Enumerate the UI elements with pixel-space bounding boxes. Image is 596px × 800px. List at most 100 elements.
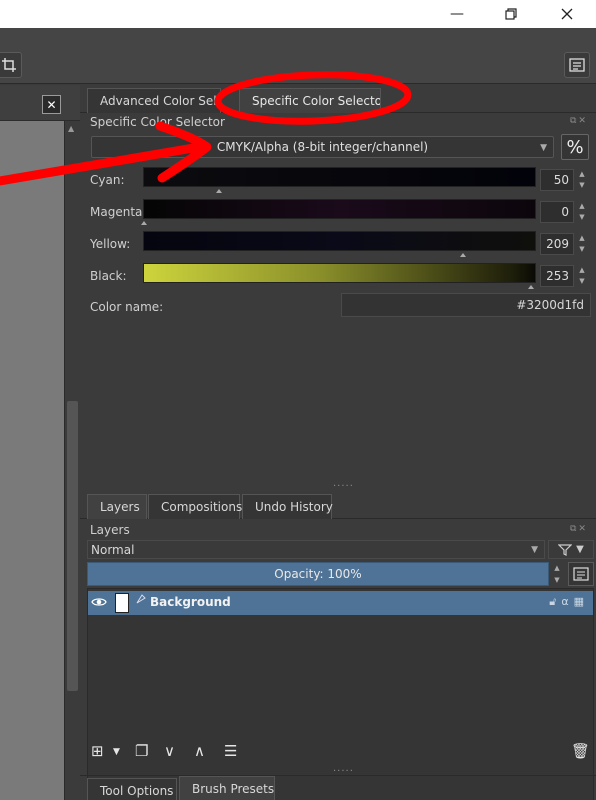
docker-menu-button[interactable]: [564, 52, 590, 78]
chevron-down-icon: ▼: [576, 544, 584, 555]
duplicate-icon[interactable]: ❐: [135, 742, 148, 760]
color-model-value: CMYK/Alpha (8-bit integer/channel): [216, 140, 429, 154]
tab-label: Tool Options: [100, 784, 174, 798]
yellow-spin-arrows[interactable]: ▲ ▼: [576, 233, 588, 255]
yellow-slider-handle[interactable]: [460, 253, 466, 257]
tab-label: Layers: [100, 500, 140, 514]
tab-tool-options[interactable]: Tool Options: [87, 778, 177, 800]
opacity-value: Opacity: 100%: [274, 567, 362, 581]
chevron-down-icon: ▼: [531, 545, 538, 555]
minimize-button[interactable]: —: [434, 0, 480, 28]
opacity-spin-arrows[interactable]: ▲ ▼: [551, 562, 563, 586]
restore-icon: [505, 8, 517, 20]
tab-advanced-color-selector[interactable]: Advanced Color Selector: [87, 88, 221, 113]
float-close-icons[interactable]: ⧉✕: [570, 116, 588, 126]
trash-icon[interactable]: 🗑︎: [571, 742, 590, 760]
canvas-vertical-scrollbar[interactable]: ▲: [64, 121, 80, 800]
layers-docker-tabbar: Layers Compositions Undo History: [80, 494, 596, 519]
percent-toggle-button[interactable]: %: [561, 134, 589, 160]
canvas-header: [0, 85, 80, 121]
layer-thumbnail: [115, 593, 129, 613]
cyan-slider-handle[interactable]: [216, 189, 222, 193]
opacity-slider[interactable]: Opacity: 100%: [87, 562, 549, 586]
yellow-slider[interactable]: [143, 231, 536, 251]
tab-label: Compositions: [161, 500, 243, 514]
scrollbar-thumb[interactable]: [67, 401, 78, 691]
window-titlebar: —: [0, 0, 596, 28]
tab-layers[interactable]: Layers: [87, 494, 147, 519]
cyan-label: Cyan:: [90, 173, 125, 187]
float-close-icons[interactable]: ⧉✕: [570, 524, 588, 534]
docker-splitter[interactable]: ·····: [333, 481, 354, 492]
properties-icon[interactable]: ☰: [224, 742, 237, 760]
crop-icon: [2, 58, 16, 72]
black-label: Black:: [90, 269, 127, 283]
add-layer-icon[interactable]: ⊞: [91, 742, 104, 760]
tab-specific-color-selector[interactable]: Specific Color Selector: [239, 88, 381, 113]
color-name-value: #3200d1fd: [516, 298, 584, 312]
lock-icon[interactable]: 🔓︎: [549, 595, 561, 608]
cyan-spin-arrows[interactable]: ▲ ▼: [576, 169, 588, 191]
tab-compositions[interactable]: Compositions: [148, 494, 243, 519]
black-spin-arrows[interactable]: ▲ ▼: [576, 265, 588, 287]
color-name-field[interactable]: #3200d1fd: [341, 293, 591, 317]
magenta-label: Magenta:: [90, 205, 147, 219]
cyan-spinbox[interactable]: 50: [540, 169, 574, 191]
tab-label: Undo History: [255, 500, 333, 514]
close-window-button[interactable]: [544, 0, 590, 28]
layer-filter-button[interactable]: ▼: [548, 540, 594, 559]
layers-title: Layers: [90, 523, 130, 537]
magenta-slider[interactable]: [143, 199, 536, 219]
bottom-docker-tabbar: Tool Options Brush Presets: [80, 775, 596, 800]
scroll-up-icon: ▲: [68, 124, 75, 133]
percent-icon: %: [566, 136, 584, 158]
layer-tools-bar: ⊞ ▼ ❐ ∨ ∧ ☰ 🗑︎: [80, 739, 596, 765]
layer-row-icons: 🔓︎α▦: [549, 595, 589, 609]
alpha-icon[interactable]: α: [561, 595, 573, 608]
tab-undo-history[interactable]: Undo History: [242, 494, 333, 519]
blend-mode-value: Normal: [91, 542, 135, 557]
docker-title: Specific Color Selector: [90, 115, 225, 129]
yellow-spinbox[interactable]: 209: [540, 233, 574, 255]
black-value: 253: [546, 269, 569, 283]
close-icon: ✕: [46, 97, 57, 112]
tab-label: Advanced Color Selector: [100, 94, 220, 108]
layer-row-background[interactable]: Background 🔓︎α▦: [88, 591, 593, 615]
paint-layer-icon: [136, 594, 146, 604]
magenta-spin-arrows[interactable]: ▲ ▼: [576, 201, 588, 223]
tab-label: Brush Presets: [192, 782, 275, 796]
filter-icon: [558, 543, 573, 556]
move-down-icon[interactable]: ∨: [164, 742, 175, 760]
magenta-spinbox[interactable]: 0: [540, 201, 574, 223]
tab-label: Specific Color Selector: [252, 94, 381, 108]
yellow-label: Yellow:: [90, 237, 131, 251]
yellow-value: 209: [546, 237, 569, 251]
cyan-slider[interactable]: [143, 167, 536, 187]
main-toolbar: [0, 28, 596, 84]
eye-icon[interactable]: [91, 595, 107, 609]
color-docker-tabbar: Advanced Color Selector Specific Color S…: [80, 85, 596, 113]
close-icon: [561, 8, 573, 20]
docker-menu-icon: [569, 58, 585, 72]
right-docker-panel: Advanced Color Selector Specific Color S…: [80, 85, 596, 800]
move-up-icon[interactable]: ∧: [194, 742, 205, 760]
properties-icon: [573, 567, 589, 581]
chevron-down-icon: ▼: [540, 143, 547, 153]
canvas-area[interactable]: [0, 121, 64, 800]
minimize-icon: —: [450, 6, 464, 22]
crop-tool-button[interactable]: [0, 52, 22, 78]
cyan-value: 50: [553, 173, 569, 187]
black-slider-handle[interactable]: [528, 285, 534, 289]
black-slider[interactable]: [143, 263, 536, 283]
tab-brush-presets[interactable]: Brush Presets: [179, 776, 275, 800]
black-spinbox[interactable]: 253: [540, 265, 574, 287]
layer-properties-menu-button[interactable]: [568, 562, 594, 586]
close-document-button[interactable]: ✕: [42, 95, 61, 114]
magenta-slider-handle[interactable]: [141, 221, 147, 225]
alpha-lock-icon[interactable]: ▦: [574, 595, 589, 608]
layer-name: Background: [150, 595, 231, 609]
restore-button[interactable]: [488, 0, 534, 28]
blend-mode-select[interactable]: Normal ▼: [87, 540, 545, 559]
chevron-down-icon[interactable]: ▼: [113, 747, 120, 757]
color-model-select[interactable]: CMYK/Alpha (8-bit integer/channel) ▼: [91, 136, 554, 158]
